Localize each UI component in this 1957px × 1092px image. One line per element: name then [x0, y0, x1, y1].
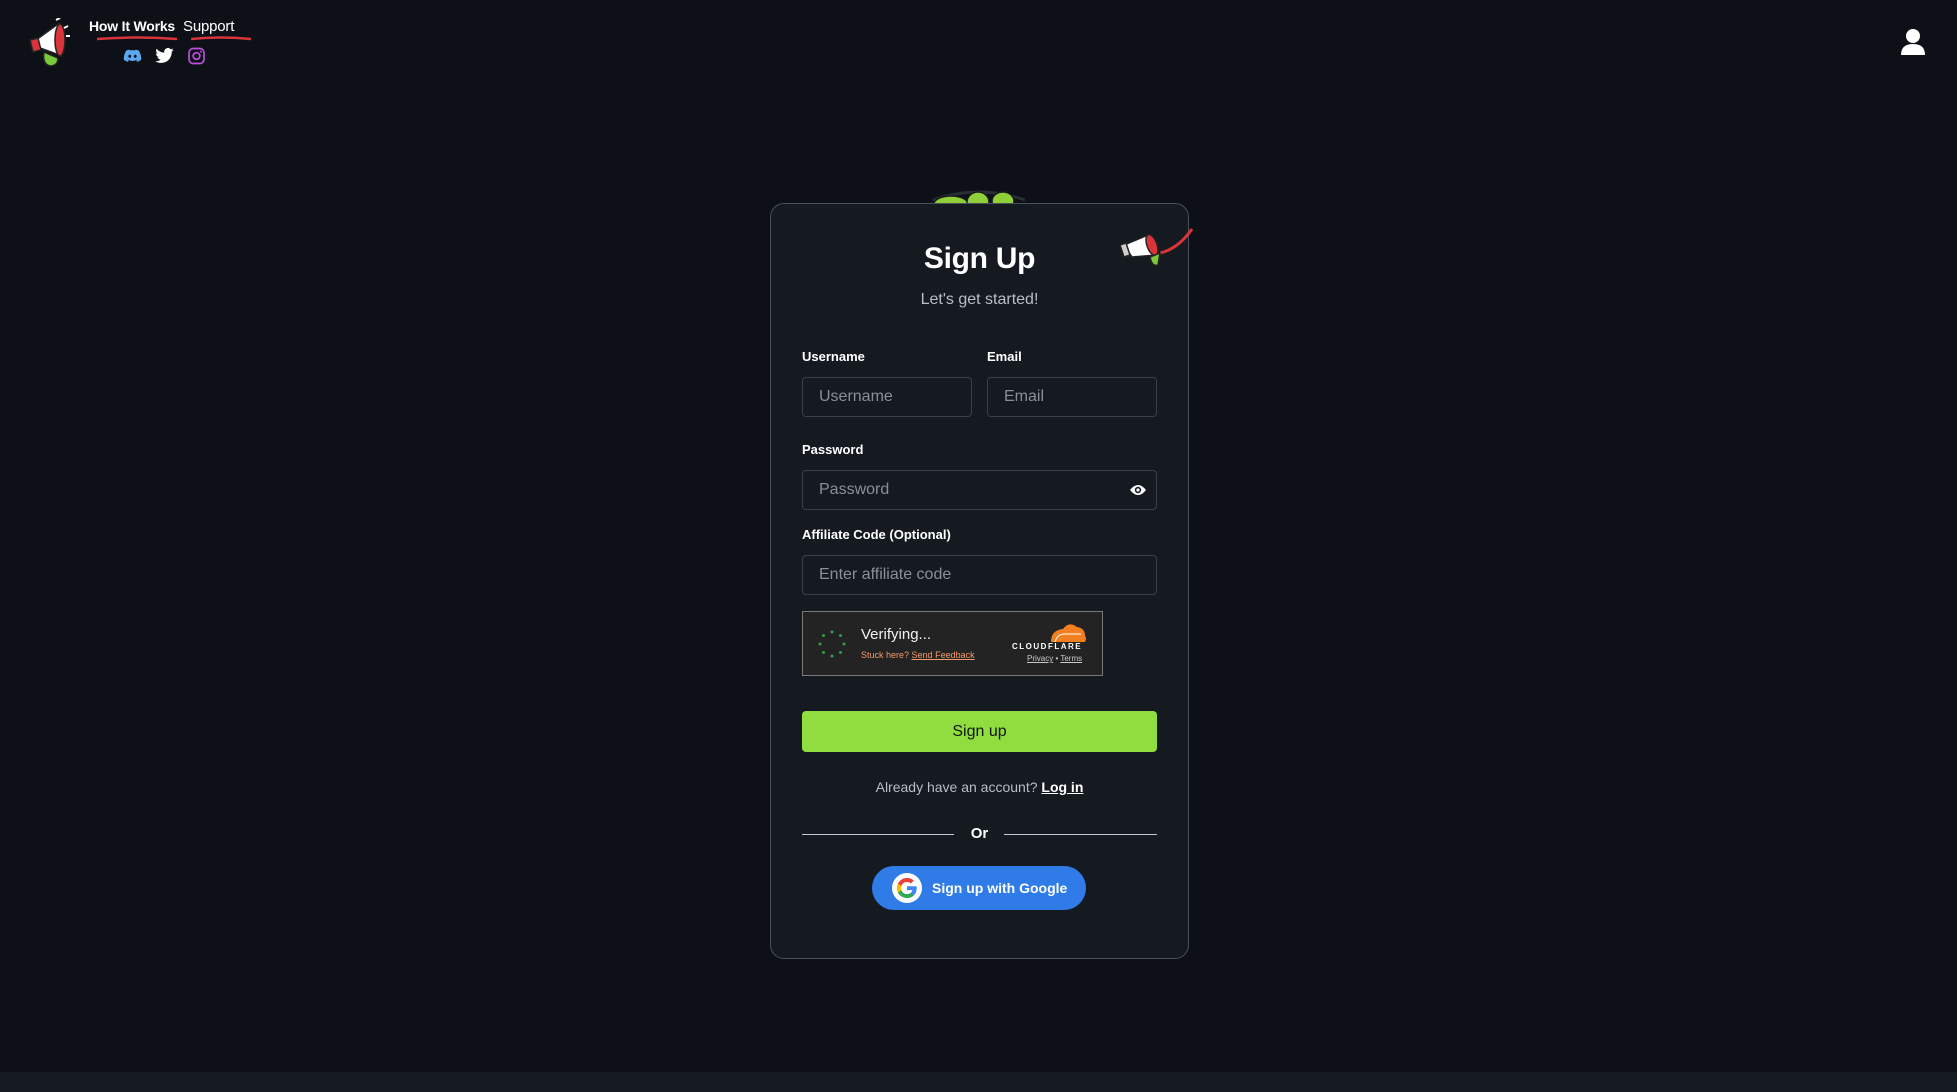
- email-label: Email: [987, 349, 1022, 364]
- nav-link-how-it-works[interactable]: How It Works: [89, 18, 177, 41]
- send-feedback-link[interactable]: Send Feedback: [912, 650, 975, 660]
- login-prompt: Already have an account? Log in: [771, 779, 1188, 795]
- divider-right: [1004, 834, 1157, 835]
- megaphone-logo-icon[interactable]: [28, 17, 78, 70]
- footer-bar: [0, 1072, 1957, 1092]
- username-field[interactable]: [802, 377, 972, 417]
- megaphone-decoration-icon: [1119, 225, 1196, 273]
- red-underline-icon: [191, 36, 252, 41]
- google-button-label: Sign up with Google: [932, 880, 1068, 896]
- discord-icon[interactable]: [122, 46, 143, 66]
- nav-link-label: How It Works: [89, 18, 176, 34]
- login-prompt-text: Already have an account?: [875, 779, 1038, 795]
- social-links: [122, 46, 207, 66]
- red-underline-icon: [97, 36, 177, 41]
- password-label: Password: [802, 442, 864, 457]
- header-nav: How It Works Support: [89, 18, 252, 41]
- nav-link-label: Support: [183, 18, 235, 35]
- user-icon[interactable]: [1900, 28, 1926, 56]
- loading-spinner-icon: [817, 629, 847, 659]
- cloudflare-captcha[interactable]: Verifying... Stuck here? Send Feedback C…: [802, 611, 1103, 676]
- affiliate-code-label: Affiliate Code (Optional): [802, 527, 951, 542]
- link-separator: •: [1055, 654, 1059, 663]
- log-in-link[interactable]: Log in: [1041, 779, 1083, 795]
- privacy-link[interactable]: Privacy: [1027, 654, 1053, 663]
- sign-up-button[interactable]: Sign up: [802, 711, 1157, 752]
- username-label: Username: [802, 349, 865, 364]
- password-field[interactable]: [802, 470, 1157, 510]
- affiliate-code-field[interactable]: [802, 555, 1157, 595]
- cloudflare-links: Privacy • Terms: [1027, 654, 1082, 663]
- captcha-stuck-label: Stuck here?: [861, 650, 910, 660]
- terms-link[interactable]: Terms: [1060, 654, 1082, 663]
- page: How It Works Support Sign Up Let's get s…: [0, 0, 1957, 1092]
- show-password-eye-icon[interactable]: [1129, 483, 1147, 497]
- twitter-icon[interactable]: [154, 46, 175, 66]
- cloudflare-brand: CLOUDFLARE: [1012, 642, 1083, 651]
- sign-up-with-google-button[interactable]: Sign up with Google: [872, 866, 1086, 910]
- email-field[interactable]: [987, 377, 1157, 417]
- signup-card: Sign Up Let's get started! Username Emai…: [770, 203, 1189, 959]
- page-subtitle: Let's get started!: [920, 291, 1039, 308]
- instagram-icon[interactable]: [186, 46, 207, 66]
- captcha-stuck-text: Stuck here? Send Feedback: [861, 650, 975, 660]
- google-g-icon: [892, 873, 922, 903]
- nav-link-support[interactable]: Support: [183, 18, 252, 41]
- captcha-status: Verifying...: [861, 626, 932, 643]
